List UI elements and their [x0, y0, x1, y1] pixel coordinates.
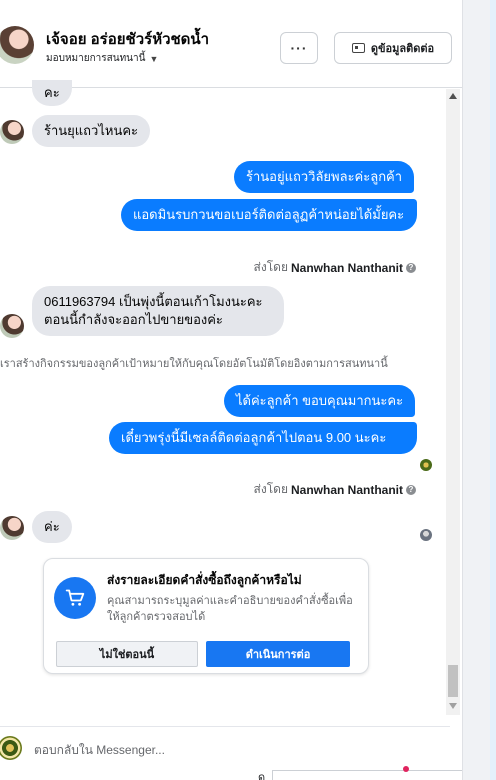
more-options-button[interactable]: ··· [280, 32, 318, 64]
sent-by-prefix: ส่งโดย [253, 482, 288, 496]
bottom-text-fragment: ด [258, 772, 266, 780]
contact-info-label: ดูข้อมูลติดต่อ [370, 43, 435, 55]
incoming-message[interactable]: ค่ะ [32, 511, 72, 543]
contact-card-icon [351, 43, 365, 53]
conversation-pane: เจ้จอย อร่อยชัวร์หัวชดน้ำ มอบหมายการสนทน… [0, 0, 462, 780]
continue-button[interactable]: ดำเนินการต่อ [206, 641, 350, 667]
sender-name: Nanwhan Nanthanit [290, 260, 403, 275]
question-circle-icon[interactable]: ? [406, 484, 416, 495]
order-details-prompt-card: ส่งรายละเอียดคำสั่งซื้อถึงลูกค้าหรือไม่ … [43, 558, 369, 674]
incoming-message[interactable]: 0611963794 เป็นพุ่งนี้ตอนเก้าโมงนะคะ ตอน… [32, 286, 284, 336]
sent-by-label: ส่งโดย Nanwhan Nanthanit ? [254, 258, 416, 277]
order-card-title: ส่งรายละเอียดคำสั่งซื้อถึงลูกค้าหรือไม่ [107, 573, 302, 587]
outgoing-message[interactable]: ได้ค่ะลูกค้า ขอบคุณมากนะคะ [224, 385, 416, 417]
scroll-down-arrow-icon[interactable] [449, 703, 457, 709]
outgoing-message[interactable]: แอดมินรบกวนขอเบอร์ติดต่อลูฏค้าหน่อยได้มั… [121, 199, 417, 231]
notification-dot-icon [403, 766, 409, 772]
conversation-header: เจ้จอย อร่อยชัวร์หัวชดน้ำ มอบหมายการสนทน… [0, 0, 462, 88]
incoming-message[interactable]: ร้านยุแถวไหนคะ [32, 115, 151, 147]
scrollbar-thumb[interactable] [448, 665, 458, 697]
reply-input[interactable] [34, 741, 414, 759]
assign-conversation-dropdown[interactable]: มอบหมายการสนทนานี้ ▼ [46, 51, 158, 66]
scroll-up-arrow-icon[interactable] [449, 93, 457, 99]
sender-name: Nanwhan Nanthanit [290, 482, 403, 497]
question-circle-icon[interactable]: ? [406, 262, 416, 273]
contact-avatar-small[interactable] [0, 314, 24, 338]
seen-indicator-icon [420, 459, 432, 471]
thread-scrollbar[interactable] [446, 89, 460, 715]
seen-indicator-icon [420, 529, 432, 541]
not-now-button[interactable]: ไม่ใช่ตอนนี้ [56, 641, 198, 667]
contact-avatar-small[interactable] [0, 120, 24, 144]
order-card-description: คุณสามารถระบุมูลค่าและคำอธิบายของคำสั่งซ… [107, 595, 353, 623]
shopping-cart-icon [54, 577, 96, 619]
outgoing-message[interactable]: เดี๋ยวพรุ่งนี้มีเซลล์ติดต่อลูกค้าไปตอน 9… [109, 422, 417, 454]
outgoing-message[interactable]: ร้านอยู่แถววิลัยพละค่ะลูกค้า [234, 161, 415, 193]
caret-down-icon: ▼ [149, 53, 159, 64]
system-note: เราสร้างกิจกรรมของลูกค้าเป้าหมายให้กับคุ… [0, 358, 388, 370]
contact-avatar-small[interactable] [0, 516, 24, 540]
bottom-toolbar-edge [272, 770, 462, 780]
contact-avatar[interactable] [0, 26, 34, 64]
sent-by-label: ส่งโดย Nanwhan Nanthanit ? [254, 480, 416, 499]
contact-name[interactable]: เจ้จอย อร่อยชัวร์หัวชดน้ำ [46, 27, 209, 51]
sent-by-prefix: ส่งโดย [253, 260, 288, 274]
contact-info-button[interactable]: ดูข้อมูลติดต่อ [334, 32, 452, 64]
window-edge-strip [490, 0, 496, 780]
more-dots-icon: ··· [290, 40, 308, 56]
right-sidebar-edge [462, 0, 496, 780]
incoming-message[interactable]: คะ [32, 80, 72, 106]
assign-label: มอบหมายการสนทนานี้ [46, 53, 146, 64]
page-logo-avatar [0, 736, 22, 760]
